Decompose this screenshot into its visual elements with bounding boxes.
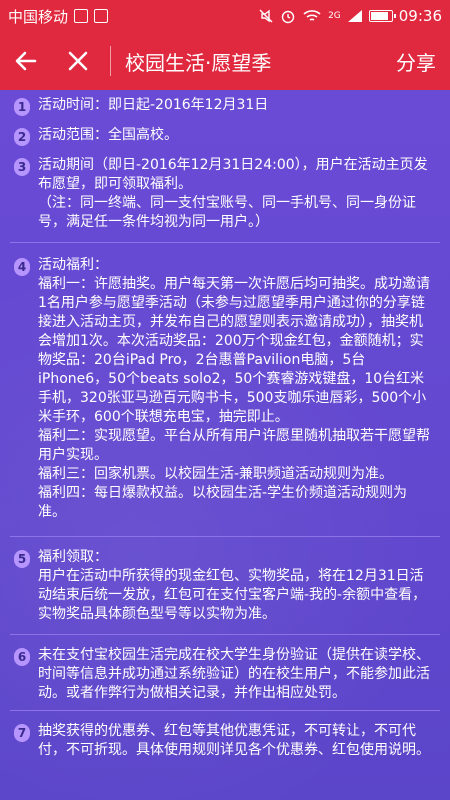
image-notification-icon <box>94 9 109 23</box>
section-divider <box>10 536 440 537</box>
rule-number: 7 <box>14 724 30 742</box>
battery-level <box>370 12 388 20</box>
rule-text: 活动福利： 福利一：许愿抽奖。用户每天第一次许愿后均可抽奖。成功邀请1名用户参与… <box>38 257 430 520</box>
rule-text: 抽奖获得的优惠券、红包等其他优惠凭证，不可转让，不可代付，不可折现。具体使用规则… <box>38 723 430 758</box>
status-bar: 中国移动 2G 09:36 <box>0 0 450 32</box>
rule-text: 福利领取： 用户在活动中所获得的现金红包、实物奖品，将在12月31日活动结束后统… <box>38 549 427 622</box>
notification-icon <box>74 9 89 23</box>
rule-number: 6 <box>14 648 30 666</box>
rule-text: 活动期间（即日-2016年12月31日24:00），用户在活动主页发布愿望，即可… <box>38 157 428 230</box>
rule-number: 2 <box>14 128 30 146</box>
section-divider <box>10 634 440 635</box>
rules-content: 1 活动时间：即日起-2016年12月31日 2 活动范围：全国高校。 3 活动… <box>0 90 450 800</box>
network-type: 2G <box>328 10 341 21</box>
close-button[interactable] <box>52 32 104 90</box>
section-divider <box>10 242 440 243</box>
rule-text: 未在支付宝校园生活完成在校大学生身份验证（提供在读学校、时间等信息并成功通过系统… <box>38 647 430 701</box>
share-button[interactable]: 分享 <box>396 47 436 76</box>
carrier-label: 中国移动 <box>8 7 69 26</box>
alarm-icon <box>281 10 295 24</box>
page-title: 校园生活·愿望季 <box>125 50 272 75</box>
signal-icon <box>347 10 362 22</box>
rule-number: 4 <box>14 258 30 276</box>
battery-icon <box>368 10 396 22</box>
section-divider <box>10 710 440 711</box>
rule-number: 1 <box>14 98 30 116</box>
wifi-icon <box>303 10 321 21</box>
rule-number: 5 <box>14 550 30 568</box>
rule-text: 活动范围：全国高校。 <box>38 127 178 143</box>
rule-number: 3 <box>14 158 30 176</box>
nav-bar: 校园生活·愿望季 分享 <box>0 32 450 90</box>
back-button[interactable] <box>0 32 52 90</box>
back-arrow-icon <box>15 51 37 71</box>
mute-icon <box>259 9 273 23</box>
clock: 09:36 <box>398 7 442 25</box>
rule-text: 活动时间：即日起-2016年12月31日 <box>38 97 269 113</box>
nav-divider <box>110 46 111 76</box>
close-icon <box>68 51 88 71</box>
